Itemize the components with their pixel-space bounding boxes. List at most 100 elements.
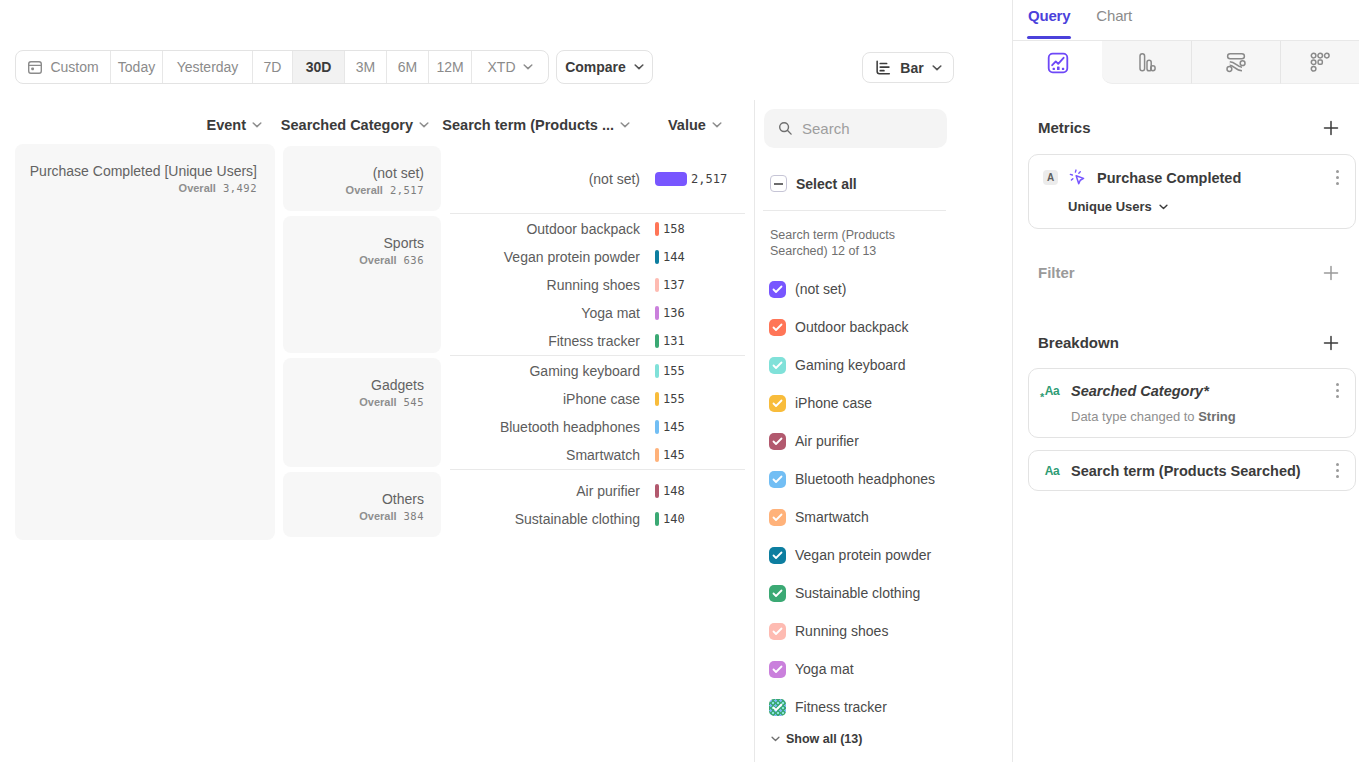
- table-row[interactable]: Outdoor backpack 158: [450, 215, 745, 243]
- table-row[interactable]: Yoga mat 136: [450, 299, 745, 327]
- date-range-12m[interactable]: 12M: [428, 51, 471, 83]
- term-checkbox[interactable]: [769, 357, 786, 374]
- search-input[interactable]: [802, 120, 932, 137]
- column-header-value[interactable]: Value: [640, 117, 740, 133]
- series-badge: A: [1043, 170, 1058, 185]
- term-checkbox[interactable]: [769, 509, 786, 526]
- horizontal-bar-chart-icon: [874, 59, 892, 77]
- search-term-label: Bluetooth headphones: [450, 419, 640, 435]
- tab-flows[interactable]: [1191, 41, 1280, 84]
- select-all-row[interactable]: Select all: [770, 175, 857, 192]
- term-filter-item[interactable]: Bluetooth headphones: [769, 460, 935, 498]
- term-checkbox[interactable]: [769, 471, 786, 488]
- chevron-down-icon: [712, 122, 722, 128]
- table-row[interactable]: Smartwatch 145: [450, 441, 745, 469]
- date-range-7d[interactable]: 7D: [252, 51, 292, 83]
- table-row[interactable]: Fitness tracker 131: [450, 327, 745, 355]
- breakdown-property-name: Searched Category*: [1071, 383, 1324, 399]
- category-cell[interactable]: Gadgets Overall 545: [283, 358, 441, 467]
- term-filter-item[interactable]: iPhone case: [769, 384, 935, 422]
- date-range-segments: CustomTodayYesterday7D30D 3M 6M12M XTD: [15, 50, 549, 84]
- breakdown-menu-button[interactable]: [1334, 381, 1341, 400]
- term-filter-item[interactable]: Vegan protein powder: [769, 536, 935, 574]
- category-cell[interactable]: (not set) Overall 2,517: [283, 146, 441, 211]
- term-checkbox-list: (not set) Outdoor backpack Gaming keyboa…: [769, 270, 935, 726]
- term-checkbox[interactable]: [769, 547, 786, 564]
- table-row[interactable]: (not set) 2,517: [450, 165, 745, 193]
- term-checkbox[interactable]: [769, 661, 786, 678]
- retention-icon: [1309, 51, 1331, 73]
- panel-tab-chart[interactable]: Chart: [1096, 0, 1132, 38]
- show-all-button[interactable]: Show all (13): [771, 732, 862, 746]
- breakdown-sections: (not set) Overall 2,517 (not set) 2,517 …: [283, 144, 745, 540]
- date-range-xtd[interactable]: XTD: [471, 51, 548, 83]
- term-checkbox[interactable]: [769, 395, 786, 412]
- term-filter-item[interactable]: Fitness tracker: [769, 688, 935, 726]
- breakdown-card[interactable]: Aa* Searched Category* Data type changed…: [1028, 368, 1356, 438]
- category-cell[interactable]: Others Overall 384: [283, 472, 441, 537]
- table-row[interactable]: Gaming keyboard 155: [450, 357, 745, 385]
- metric-card[interactable]: A Purchase Completed Unique Users: [1028, 154, 1356, 229]
- check-icon: [772, 475, 783, 484]
- term-filter-item[interactable]: Yoga mat: [769, 650, 935, 688]
- overall-label: Overall: [359, 254, 396, 266]
- metric-menu-button[interactable]: [1334, 168, 1341, 187]
- date-range-label: XTD: [488, 59, 516, 75]
- term-checkbox[interactable]: [769, 585, 786, 602]
- compare-button[interactable]: Compare: [556, 50, 653, 84]
- table-row[interactable]: iPhone case 155: [450, 385, 745, 413]
- tab-insights[interactable]: [1013, 41, 1102, 84]
- breakdown-menu-button[interactable]: [1334, 461, 1341, 480]
- add-breakdown-button[interactable]: [1323, 335, 1339, 351]
- select-all-label: Select all: [796, 176, 857, 192]
- chart-type-dropdown[interactable]: Bar: [862, 52, 954, 83]
- term-filter-label: Air purifier: [795, 433, 859, 449]
- term-filter-item[interactable]: Sustainable clothing: [769, 574, 935, 612]
- term-checkbox[interactable]: [769, 319, 786, 336]
- table-row[interactable]: Sustainable clothing 140: [450, 505, 745, 533]
- date-range-30d[interactable]: 30D: [292, 51, 344, 83]
- column-header-search-term[interactable]: Search term (Products ...: [450, 117, 640, 133]
- term-filter-item[interactable]: Gaming keyboard: [769, 346, 935, 384]
- value-bar: [655, 364, 659, 378]
- term-filter-item[interactable]: Air purifier: [769, 422, 935, 460]
- term-filter-item[interactable]: Smartwatch: [769, 498, 935, 536]
- term-checkbox[interactable]: [769, 699, 786, 716]
- add-metric-button[interactable]: [1323, 120, 1339, 136]
- date-range-picker: CustomTodayYesterday7D30D 3M 6M12M XTD: [15, 50, 549, 84]
- term-filter-item[interactable]: Outdoor backpack: [769, 308, 935, 346]
- table-row[interactable]: Running shoes 137: [450, 271, 745, 299]
- date-range-3m[interactable]: 3M: [344, 51, 386, 83]
- category-name: (not set): [373, 164, 424, 182]
- measurement-dropdown[interactable]: Unique Users: [1068, 199, 1355, 214]
- tab-funnels[interactable]: [1102, 41, 1191, 84]
- term-filter-label: Vegan protein powder: [795, 547, 931, 563]
- date-range-label: 3M: [356, 59, 375, 75]
- filter-header: Filter: [1038, 264, 1339, 281]
- event-cell[interactable]: Purchase Completed [Unique Users] Overal…: [15, 144, 275, 540]
- breakdown-card[interactable]: Aa Search term (Products Searched): [1028, 450, 1356, 491]
- date-range-yesterday[interactable]: Yesterday: [162, 51, 252, 83]
- term-checkbox[interactable]: [769, 623, 786, 640]
- term-checkbox[interactable]: [769, 433, 786, 450]
- panel-tab-query[interactable]: Query: [1028, 0, 1070, 38]
- insights-icon: [1047, 52, 1069, 74]
- column-header-searched-category[interactable]: Searched Category: [282, 117, 441, 133]
- event-name: Purchase Completed [Unique Users]: [30, 162, 257, 180]
- date-range-6m[interactable]: 6M: [386, 51, 428, 83]
- select-all-checkbox[interactable]: [770, 175, 787, 192]
- term-filter-item[interactable]: (not set): [769, 270, 935, 308]
- term-filter-item[interactable]: Running shoes: [769, 612, 935, 650]
- column-header-event[interactable]: Event: [15, 117, 274, 133]
- chevron-down-icon: [1159, 204, 1168, 210]
- category-cell[interactable]: Sports Overall 636: [283, 216, 441, 353]
- filter-group-label: Search term (Products Searched) 12 of 13: [770, 228, 905, 259]
- term-checkbox[interactable]: [769, 281, 786, 298]
- date-range-custom[interactable]: Custom: [16, 51, 110, 83]
- table-row[interactable]: Air purifier 148: [450, 477, 745, 505]
- date-range-today[interactable]: Today: [110, 51, 162, 83]
- add-filter-button[interactable]: [1323, 265, 1339, 281]
- table-row[interactable]: Bluetooth headphones 145: [450, 413, 745, 441]
- table-row[interactable]: Vegan protein powder 144: [450, 243, 745, 271]
- tab-retention[interactable]: [1280, 41, 1359, 84]
